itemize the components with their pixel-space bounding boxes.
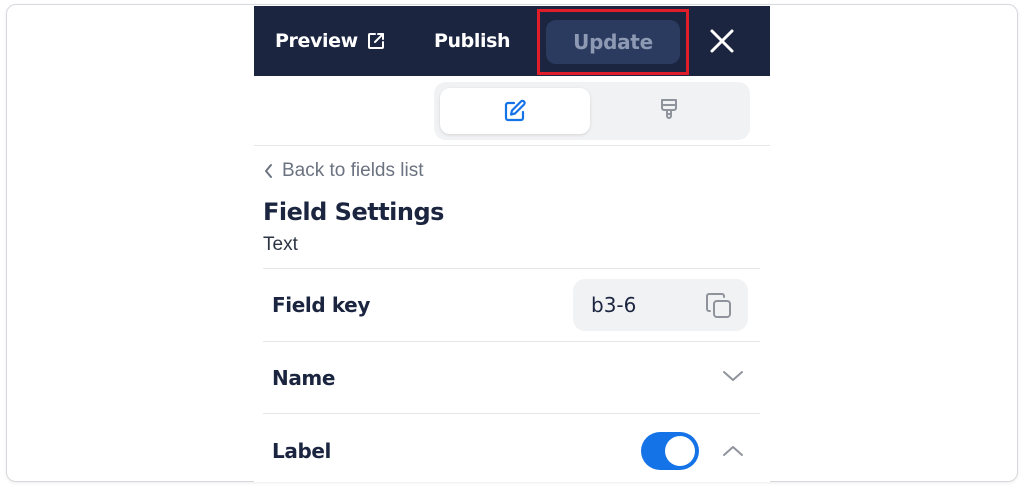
external-link-icon: [367, 33, 384, 49]
copy-button[interactable]: [704, 291, 734, 326]
style-mode-tab[interactable]: [594, 88, 744, 134]
field-key-label: Field key: [272, 293, 370, 317]
top-toolbar: Preview Publish Update: [254, 6, 770, 76]
mode-switch: [434, 82, 750, 140]
close-icon: [710, 29, 734, 53]
update-label: Update: [573, 30, 653, 54]
preview-button[interactable]: Preview: [275, 6, 386, 76]
publish-button[interactable]: Publish: [434, 6, 511, 76]
toggle-knob: [665, 436, 695, 466]
back-label: Back to fields list: [282, 160, 424, 181]
field-type-subtitle: Text: [263, 234, 298, 255]
update-highlight-box: Update: [537, 9, 689, 75]
copy-icon: [706, 293, 731, 318]
chevron-left-icon: [265, 164, 272, 178]
label-visibility-toggle[interactable]: [641, 432, 699, 470]
update-button[interactable]: Update: [546, 20, 680, 64]
back-to-fields-link[interactable]: Back to fields list: [263, 159, 424, 183]
field-key-value: b3-6: [591, 293, 637, 317]
label-collapse-button[interactable]: [721, 443, 745, 464]
field-key-box: b3-6: [573, 279, 748, 331]
publish-label: Publish: [434, 30, 511, 52]
divider: [254, 145, 770, 146]
page-title: Field Settings: [263, 198, 444, 226]
label-section-label[interactable]: Label: [272, 439, 331, 463]
divider: [263, 268, 760, 269]
divider: [263, 413, 760, 414]
preview-label: Preview: [275, 30, 358, 52]
pencil-edit-icon: [504, 99, 526, 122]
chevron-down-icon: [723, 371, 743, 381]
edit-mode-tab[interactable]: [440, 88, 590, 134]
name-section-label[interactable]: Name: [272, 366, 335, 390]
chevron-up-icon: [723, 446, 743, 456]
divider: [263, 341, 760, 342]
paint-brush-icon: [661, 99, 677, 119]
close-button[interactable]: [709, 28, 735, 54]
name-expand-button[interactable]: [721, 368, 745, 389]
field-settings-panel: Preview Publish Update Back to fields li…: [254, 6, 770, 482]
